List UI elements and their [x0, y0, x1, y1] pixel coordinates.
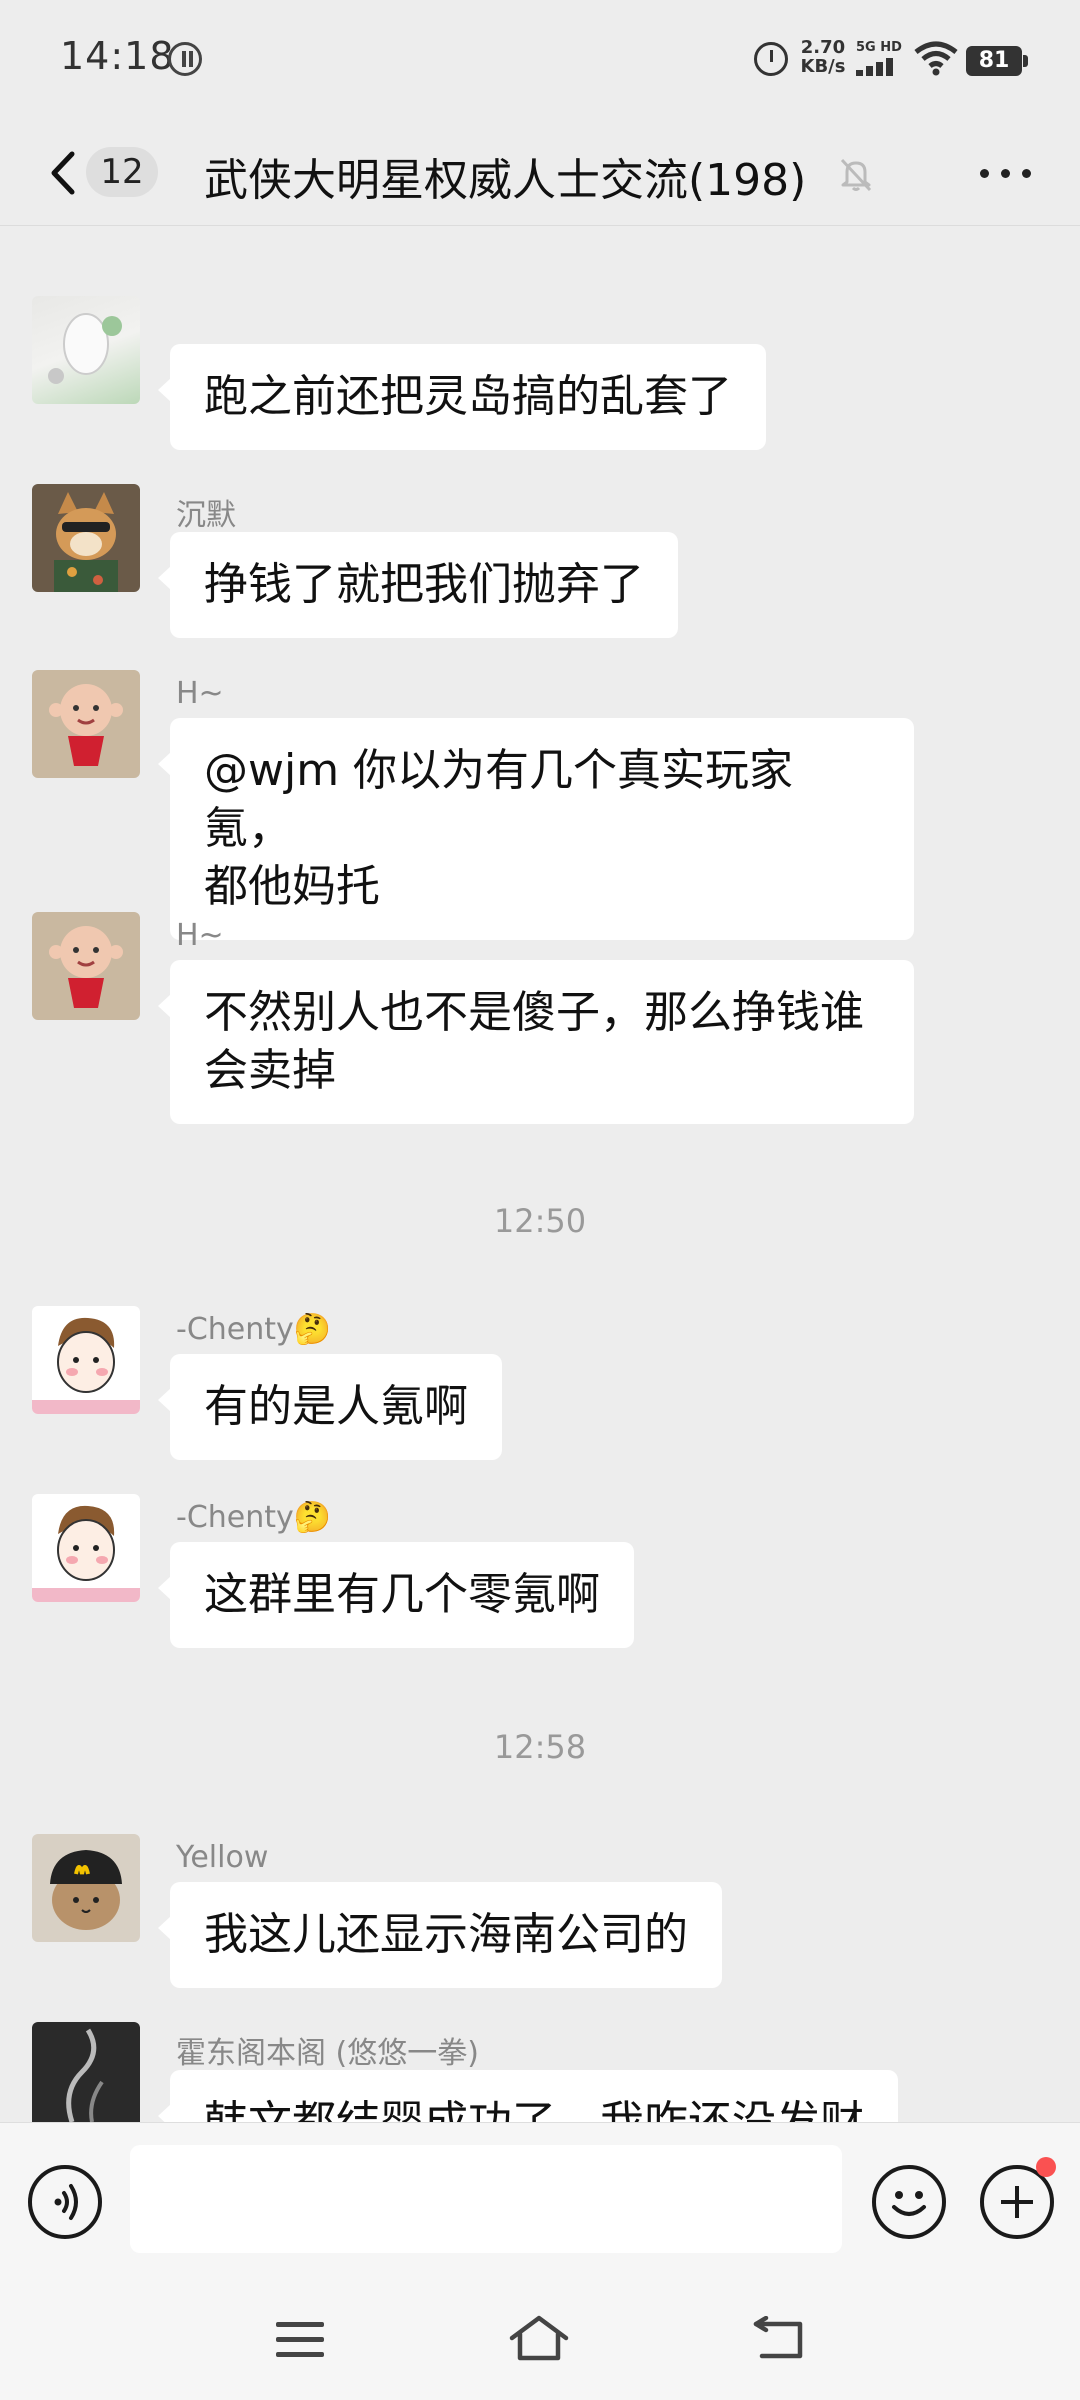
- mcdonalds-cap-avatar[interactable]: [32, 1834, 140, 1942]
- smiley-icon: [892, 2191, 926, 2216]
- network-speed-value: 2.70: [800, 37, 846, 58]
- cartoon-boy-avatar[interactable]: [32, 1306, 140, 1414]
- status-bar: 14:18 2.70 KB/s 5G HD 81: [0, 0, 1080, 120]
- chat-title: 武侠大明星权威人士交流(198): [204, 155, 807, 206]
- message-text-line: 会卖掉: [204, 1045, 336, 1096]
- sender-name: 沉默: [176, 498, 236, 533]
- message-text: 挣钱了就把我们抛弃了: [204, 559, 644, 610]
- more-options-icon[interactable]: [978, 160, 1034, 186]
- mute-bell-icon: [840, 158, 872, 192]
- message-bubble[interactable]: 不然别人也不是傻子，那么挣钱谁 会卖掉: [158, 960, 914, 1124]
- network-speed-unit: KB/s: [800, 56, 846, 77]
- cellular-signal-icon: 5G HD: [856, 40, 904, 76]
- timestamp-divider: 12:50: [493, 1202, 587, 1240]
- message-text-line: @wjm 你以为有几个真实玩家氪，: [204, 745, 794, 854]
- message-bubble[interactable]: 挣钱了就把我们抛弃了: [158, 532, 678, 638]
- shiba-dog-avatar[interactable]: [32, 484, 140, 592]
- chat-header: 12 武侠大明星权威人士交流(198): [0, 120, 1080, 226]
- message-text: 这群里有几个零氪啊: [204, 1569, 600, 1620]
- message-bubble[interactable]: 这群里有几个零氪啊: [158, 1542, 634, 1648]
- sender-name: 霍东阁本阁 (悠悠一拳): [176, 2036, 479, 2071]
- wifi-icon: [914, 41, 958, 76]
- back-arrow-icon[interactable]: [44, 148, 84, 198]
- home-icon[interactable]: [508, 2314, 570, 2364]
- message-text: 我这儿还显示海南公司的: [204, 1909, 688, 1960]
- new-feature-dot: [1036, 2157, 1056, 2177]
- message-input[interactable]: [130, 2145, 842, 2253]
- message-bubble[interactable]: 我这儿还显示海南公司的: [158, 1882, 722, 1988]
- voice-input-button[interactable]: [28, 2165, 102, 2239]
- message-text-line: 不然别人也不是傻子，那么挣钱谁: [204, 987, 864, 1038]
- menu-icon[interactable]: [276, 2320, 324, 2360]
- battery-icon: 81: [966, 46, 1028, 76]
- message-bubble[interactable]: 有的是人氪啊: [158, 1354, 502, 1460]
- network-type-label: 5G HD: [856, 40, 902, 55]
- message-bubble[interactable]: @wjm 你以为有几个真实玩家氪， 都他妈托: [158, 718, 914, 940]
- back-nav-icon[interactable]: [752, 2316, 808, 2362]
- sender-name: H~: [176, 918, 224, 953]
- sender-name: -Chenty🤔: [176, 1312, 332, 1347]
- cartoon-boy-avatar[interactable]: [32, 1494, 140, 1602]
- message-bubble[interactable]: 跑之前还把灵岛搞的乱套了: [158, 344, 766, 450]
- network-speed: 2.70 KB/s: [798, 38, 848, 76]
- smoke-avatar[interactable]: [32, 2022, 140, 2122]
- status-time: 14:18: [60, 34, 175, 78]
- message-text-line: 都他妈托: [204, 861, 380, 912]
- system-nav-bar: [0, 2284, 1080, 2400]
- cartoon-doll-avatar[interactable]: [32, 670, 140, 778]
- alarm-icon: [754, 42, 788, 76]
- voice-icon: [54, 2184, 78, 2220]
- emoji-button[interactable]: [872, 2165, 946, 2239]
- cartoon-doll-avatar[interactable]: [32, 912, 140, 1020]
- message-text: 韩文都结婴成功了，我咋还没发财: [204, 2094, 864, 2122]
- timestamp-divider: 12:58: [493, 1728, 587, 1766]
- sender-name: -Chenty🤔: [176, 1500, 332, 1535]
- sender-name: H~: [176, 676, 224, 711]
- message-text: 有的是人氪啊: [204, 1381, 468, 1432]
- unread-count-badge[interactable]: 12: [86, 147, 158, 197]
- message-bubble[interactable]: 韩文都结婴成功了，我咋还没发财: [158, 2070, 898, 2122]
- input-bar: [0, 2122, 1080, 2284]
- sender-name: Yellow: [176, 1840, 269, 1875]
- message-text: 跑之前还把灵岛搞的乱套了: [204, 371, 732, 422]
- message-clip-area: 霍东阁本阁 (悠悠一拳) 韩文都结婴成功了，我咋还没发财: [0, 2000, 1080, 2122]
- notification-indicator-icon: [168, 42, 202, 76]
- figurine-avatar[interactable]: [32, 296, 140, 404]
